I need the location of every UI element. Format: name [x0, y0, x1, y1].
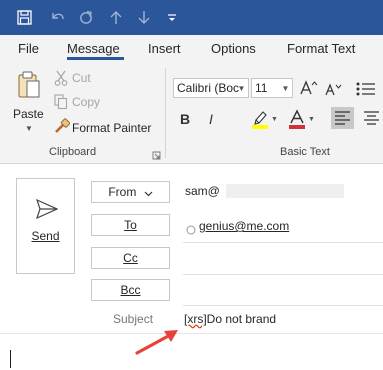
paste-button[interactable]: Paste ▼: [10, 68, 48, 138]
send-label: Send: [31, 229, 60, 243]
to-button[interactable]: To: [91, 214, 170, 236]
chevron-down-icon: ▼: [237, 83, 246, 93]
tab-message[interactable]: Message: [67, 41, 120, 56]
font-name-value: Calibri (Boc: [177, 81, 240, 95]
bold-button[interactable]: B: [179, 111, 191, 127]
title-bar: [0, 0, 383, 35]
subject-prefix: [xrs]: [184, 312, 207, 326]
font-size-value: 11: [255, 81, 268, 95]
text-caret: [10, 350, 11, 368]
shrink-font-button[interactable]: [325, 82, 343, 96]
bullets-button[interactable]: [356, 82, 376, 96]
tab-file[interactable]: File: [18, 41, 39, 56]
contact-status-icon: [186, 222, 196, 240]
highlight-icon: [251, 109, 269, 134]
down-icon[interactable]: [134, 0, 154, 35]
send-icon: [35, 198, 59, 224]
cc-field-line: [183, 274, 383, 275]
cc-label: Cc: [123, 251, 138, 265]
ribbon-tabs: File Message Insert Options Format Text: [0, 35, 383, 62]
chevron-down-icon: ▼: [281, 83, 290, 93]
cut-button[interactable]: Cut: [54, 70, 114, 88]
align-center-button[interactable]: [361, 107, 383, 129]
from-label: From: [108, 185, 137, 199]
align-center-icon: [364, 111, 379, 130]
undo-icon[interactable]: [47, 0, 69, 35]
group-separator: [165, 68, 166, 158]
message-body[interactable]: [0, 334, 383, 370]
subject-text: Do not brand: [206, 312, 277, 326]
send-button[interactable]: Send: [16, 178, 75, 274]
font-color-button[interactable]: ▼: [288, 109, 318, 131]
align-left-button[interactable]: [331, 107, 354, 129]
copy-icon: [54, 94, 68, 115]
tab-options[interactable]: Options: [211, 41, 256, 56]
bcc-field-line: [183, 305, 383, 306]
save-icon[interactable]: [13, 0, 35, 35]
chevron-down-icon: ▼: [25, 124, 33, 133]
paste-label: Paste: [13, 107, 44, 121]
tab-format-text[interactable]: Format Text: [287, 41, 355, 56]
align-left-icon: [335, 111, 350, 130]
subject-input[interactable]: [xrs]Do not brand: [183, 310, 383, 330]
from-button[interactable]: From: [91, 181, 170, 203]
cut-icon: [54, 70, 68, 91]
format-painter-label: Format Painter: [72, 121, 152, 135]
chevron-down-icon: ▼: [308, 116, 315, 123]
grow-font-button[interactable]: [300, 80, 318, 96]
paste-icon: [17, 70, 41, 105]
ribbon: Paste ▼ Cut Copy Format Painter Clipboar…: [0, 62, 383, 164]
dialog-launcher-icon[interactable]: [152, 147, 161, 165]
format-painter-button[interactable]: Format Painter: [54, 118, 154, 138]
cut-label: Cut: [72, 71, 91, 85]
font-name-combo[interactable]: Calibri (Boc ▼: [173, 78, 249, 98]
bcc-button[interactable]: Bcc: [91, 279, 170, 301]
italic-button[interactable]: I: [206, 111, 216, 127]
to-label: To: [124, 218, 137, 232]
copy-label: Copy: [72, 95, 101, 109]
subject-label: Subject: [113, 312, 154, 326]
chevron-down-icon: [144, 183, 153, 203]
basic-text-group-label: Basic Text: [280, 146, 330, 158]
active-tab-underline: [67, 57, 124, 60]
chevron-down-icon: ▼: [271, 116, 278, 123]
cc-button[interactable]: Cc: [91, 247, 170, 269]
format-painter-icon: [54, 118, 71, 141]
redo-icon[interactable]: [75, 0, 97, 35]
bcc-label: Bcc: [120, 283, 141, 297]
customize-icon[interactable]: [164, 0, 180, 35]
from-value: sam@: [185, 184, 220, 198]
font-color-icon: [288, 109, 306, 134]
font-size-combo[interactable]: 11 ▼: [251, 78, 293, 98]
up-icon[interactable]: [106, 0, 126, 35]
to-field-line: [183, 242, 383, 243]
copy-button[interactable]: Copy: [54, 94, 114, 112]
clipboard-group-label: Clipboard: [49, 146, 97, 158]
redacted-email: [226, 184, 344, 198]
tab-insert[interactable]: Insert: [148, 41, 181, 56]
to-recipient[interactable]: genius@me.com: [199, 219, 289, 233]
highlight-button[interactable]: ▼: [251, 109, 281, 131]
